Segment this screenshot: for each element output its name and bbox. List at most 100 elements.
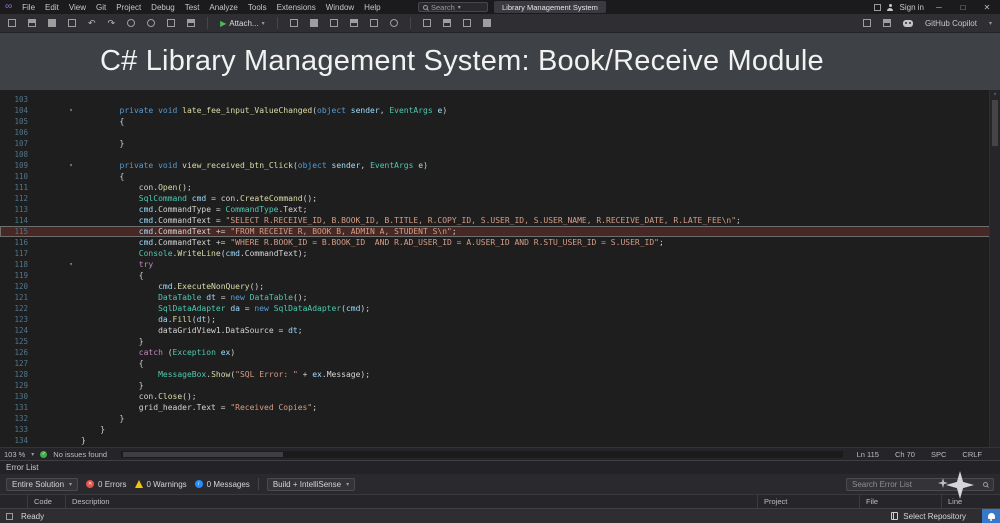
minimize-button[interactable]: ─ [930, 3, 948, 12]
menu-view[interactable]: View [64, 3, 91, 12]
error-list-panel-header[interactable]: Error List [0, 460, 1000, 474]
find-in-files-icon[interactable] [862, 19, 871, 27]
fold-arrow-icon[interactable]: ▾ [64, 261, 78, 268]
stop-icon[interactable] [309, 19, 318, 27]
line-number[interactable]: 112 [0, 194, 28, 203]
document-health-label[interactable]: No issues found [53, 450, 107, 459]
code-line[interactable]: 118 ▾ try [0, 259, 1000, 270]
menu-help[interactable]: Help [359, 3, 385, 12]
line-number[interactable]: 127 [0, 359, 28, 368]
quick-search-box[interactable]: Search ▾ [418, 2, 488, 12]
horizontal-scrollbar[interactable] [121, 450, 843, 458]
line-number[interactable]: 132 [0, 414, 28, 423]
code-line[interactable]: 110 { [0, 171, 1000, 182]
sign-in-button[interactable]: Sign in [900, 3, 924, 12]
eol-indicator[interactable]: CRLF [962, 450, 982, 459]
menu-window[interactable]: Window [321, 3, 359, 12]
messages-toggle[interactable]: i 0 Messages [194, 480, 250, 489]
menu-analyze[interactable]: Analyze [204, 3, 242, 12]
indent-icon[interactable] [482, 19, 491, 27]
vertical-scrollbar[interactable]: ▴ [989, 90, 1000, 447]
error-search-input[interactable]: Search Error List [846, 477, 994, 491]
code-line[interactable]: 109 ▾ private void view_received_btn_Clic… [0, 160, 1000, 171]
notifications-corner[interactable] [982, 509, 1000, 523]
line-number[interactable]: 117 [0, 249, 28, 258]
comment-icon[interactable] [422, 19, 431, 27]
uncomment-icon[interactable] [442, 19, 451, 27]
code-line[interactable]: 121 DataTable dt = new DataTable(); [0, 292, 1000, 303]
code-line[interactable]: 132 } [0, 413, 1000, 424]
menu-edit[interactable]: Edit [40, 3, 64, 12]
menu-test[interactable]: Test [180, 3, 205, 12]
zoom-selector[interactable]: 103 % [4, 450, 25, 459]
code-line[interactable]: 104 ▾ private void late_fee_input_ValueCh… [0, 105, 1000, 116]
line-number[interactable]: 125 [0, 337, 28, 346]
code-line[interactable]: 116 cmd.CommandText += "WHERE R.BOOK_ID … [0, 237, 1000, 248]
code-line[interactable]: 117 Console.WriteLine(cmd.CommandText); [0, 248, 1000, 259]
build-icon[interactable] [167, 19, 176, 27]
navigate-forward-icon[interactable] [147, 19, 156, 27]
menu-project[interactable]: Project [111, 3, 146, 12]
code-line[interactable]: 130 con.Close(); [0, 391, 1000, 402]
line-number[interactable]: 111 [0, 183, 28, 192]
navigate-back-icon[interactable] [127, 19, 136, 27]
code-line[interactable]: 105 { [0, 116, 1000, 127]
code-line[interactable]: 113 cmd.CommandType = CommandType.Text; [0, 204, 1000, 215]
line-number[interactable]: 126 [0, 348, 28, 357]
step-into-icon[interactable] [369, 19, 378, 27]
code-editor[interactable]: 103 104 ▾ private void late_fee_input_Valu… [0, 90, 1000, 447]
solution-explorer-icon[interactable] [882, 19, 891, 27]
close-button[interactable]: ✕ [978, 3, 996, 12]
menu-tools[interactable]: Tools [243, 3, 272, 12]
code-line[interactable]: 108 [0, 149, 1000, 160]
hot-reload-icon[interactable] [389, 19, 398, 27]
spaces-indicator[interactable]: SPC [931, 450, 946, 459]
line-number[interactable]: 134 [0, 436, 28, 445]
line-number[interactable]: 123 [0, 315, 28, 324]
line-number[interactable]: 121 [0, 293, 28, 302]
line-number[interactable]: 114 [0, 216, 28, 225]
line-number[interactable]: 103 [0, 95, 28, 104]
fold-arrow-icon[interactable]: ▾ [64, 162, 78, 169]
line-number[interactable]: 110 [0, 172, 28, 181]
code-line[interactable]: 123 da.Fill(dt); [0, 314, 1000, 325]
filter-dropdown[interactable]: Build + IntelliSense ▾ [266, 477, 356, 491]
column-header-file[interactable]: File [860, 495, 942, 508]
background-tasks-icon[interactable] [6, 512, 13, 520]
menu-debug[interactable]: Debug [146, 3, 180, 12]
line-number[interactable]: 118 [0, 260, 28, 269]
line-number[interactable]: 120 [0, 282, 28, 291]
line-number[interactable]: 104 [0, 106, 28, 115]
undo-icon[interactable]: ↶ [88, 18, 96, 28]
code-line[interactable]: 122 SqlDataAdapter da = new SqlDataAdapt… [0, 303, 1000, 314]
line-number[interactable]: 130 [0, 392, 28, 401]
open-file-icon[interactable] [28, 19, 36, 27]
line-number[interactable]: 128 [0, 370, 28, 379]
line-number[interactable]: 116 [0, 238, 28, 247]
scope-dropdown[interactable]: Entire Solution ▾ [6, 477, 79, 491]
line-number[interactable]: 115 [0, 227, 28, 236]
line-number[interactable]: 129 [0, 381, 28, 390]
line-number[interactable]: 105 [0, 117, 28, 126]
line-number[interactable]: 122 [0, 304, 28, 313]
restart-icon[interactable] [329, 19, 338, 27]
errors-toggle[interactable]: ✕ 0 Errors [86, 480, 127, 489]
code-line[interactable]: 120 cmd.ExecuteNonQuery(); [0, 281, 1000, 292]
code-line[interactable]: 128 MessageBox.Show("SQL Error: " + ex.M… [0, 369, 1000, 380]
line-indicator[interactable]: Ln 115 [857, 450, 879, 459]
fold-arrow-icon[interactable]: ▾ [64, 107, 78, 114]
code-line[interactable]: 103 [0, 94, 1000, 105]
code-line[interactable]: 111 con.Open(); [0, 182, 1000, 193]
code-line[interactable]: 115 cmd.CommandText += "FROM RECEIVE R, … [0, 226, 1000, 237]
select-repository-button[interactable]: Select Repository [883, 509, 974, 523]
line-number[interactable]: 113 [0, 205, 28, 214]
column-header-code[interactable]: Code [28, 495, 66, 508]
column-header-line[interactable]: Line [942, 495, 1000, 508]
save-all-icon[interactable] [68, 19, 76, 27]
line-number[interactable]: 109 [0, 161, 28, 170]
code-line[interactable]: 112 SqlCommand cmd = con.CreateCommand()… [0, 193, 1000, 204]
code-line[interactable]: 106 [0, 127, 1000, 138]
scroll-up-icon[interactable]: ▴ [993, 90, 997, 97]
attach-button[interactable]: ▶ Attach... ▾ [220, 19, 265, 28]
menu-extensions[interactable]: Extensions [272, 3, 321, 12]
